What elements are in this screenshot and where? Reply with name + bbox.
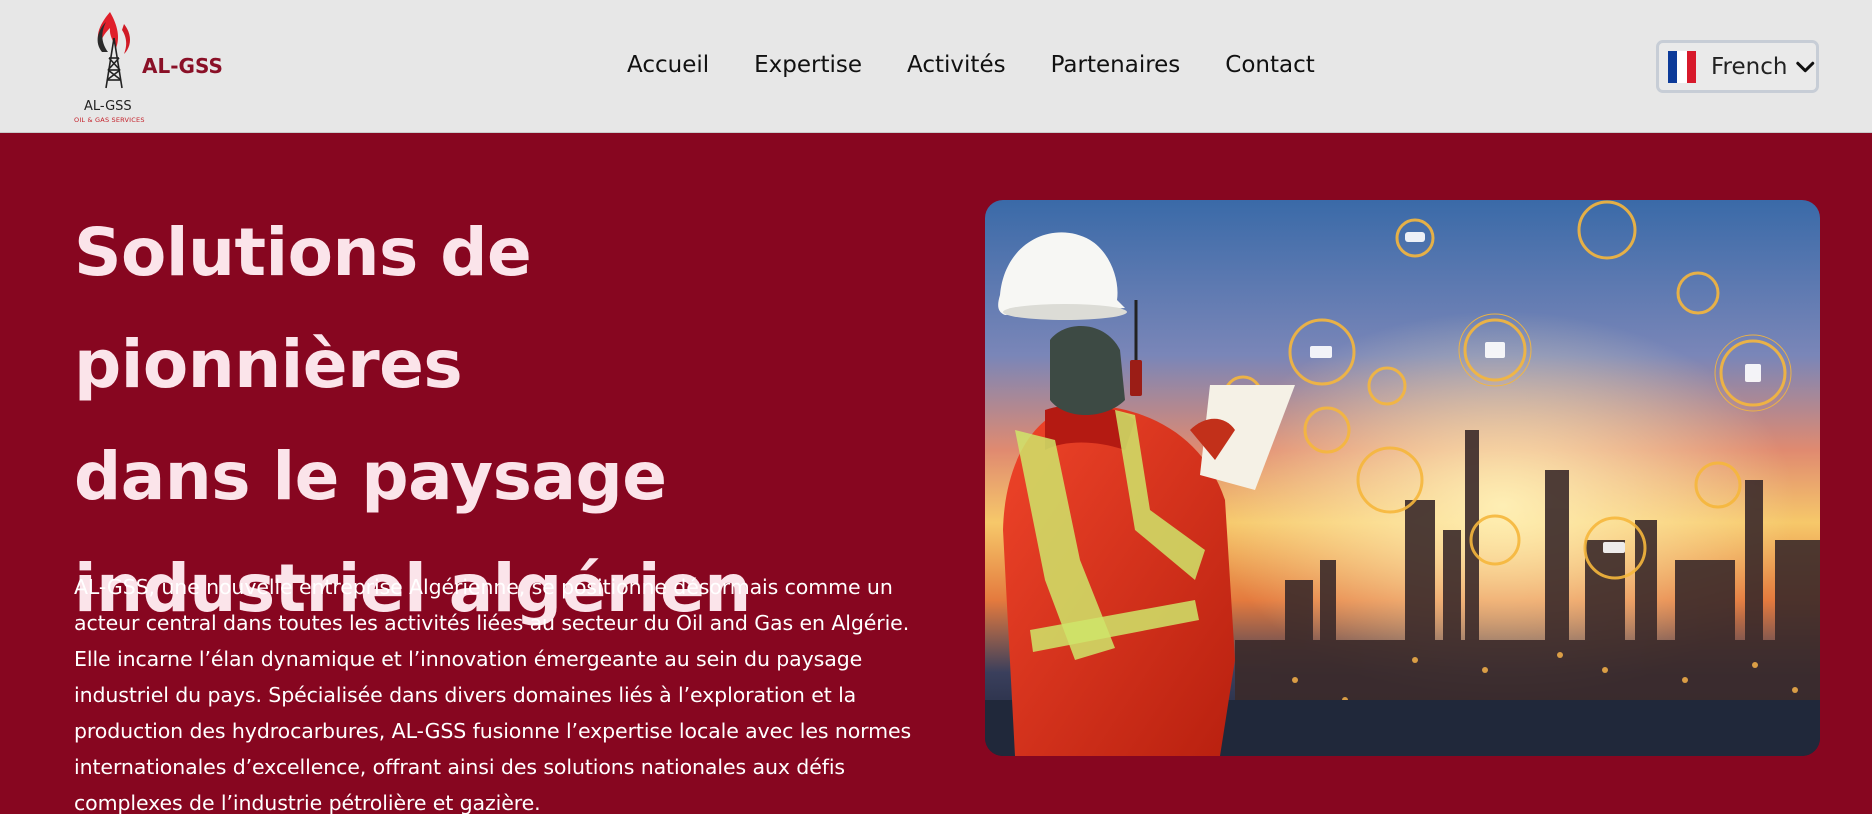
france-flag-icon bbox=[1668, 50, 1696, 83]
hero-description-line: AL-GSS, une nouvelle entreprise Algérien… bbox=[74, 575, 893, 599]
hero-description-line: industriel du pays. Spécialisée dans div… bbox=[74, 683, 857, 707]
nav-link-accueil[interactable]: Accueil bbox=[627, 52, 709, 78]
hero-description-line: internationales d’excellence, offrant ai… bbox=[74, 755, 846, 779]
hero-description-line: complexes de l’industrie pétrolière et g… bbox=[74, 791, 541, 814]
nav-link-activites[interactable]: Activités bbox=[907, 52, 1006, 78]
oil-derrick-flame-icon bbox=[97, 12, 130, 89]
nav-link-expertise[interactable]: Expertise bbox=[754, 52, 862, 78]
refinery-illustration bbox=[985, 200, 1820, 756]
main-nav: Accueil Expertise Activités Partenaires … bbox=[627, 48, 1315, 82]
language-selector[interactable]: French bbox=[1656, 40, 1819, 93]
language-label: French bbox=[1711, 53, 1788, 80]
logo[interactable]: AL-GSS AL-GSS OIL & GAS SERVICES bbox=[72, 8, 223, 126]
nav-link-partenaires[interactable]: Partenaires bbox=[1051, 52, 1181, 78]
nav-link-contact[interactable]: Contact bbox=[1225, 52, 1314, 78]
site-header: AL-GSS AL-GSS OIL & GAS SERVICES Accueil… bbox=[0, 0, 1872, 133]
hero-description-line: Elle incarne l’élan dynamique et l’innov… bbox=[74, 647, 863, 671]
logo-tagline: OIL & GAS SERVICES bbox=[74, 116, 145, 124]
hero-title-line: Solutions de pionnières bbox=[74, 214, 532, 403]
logo-brand-text: AL-GSS bbox=[142, 54, 223, 78]
chevron-down-icon bbox=[1796, 61, 1815, 72]
worker-refinery-photo bbox=[985, 200, 1820, 756]
hero-description-line: production des hydrocarbures, AL-GSS fus… bbox=[74, 719, 912, 743]
hero-description-line: acteur central dans toutes les activités… bbox=[74, 611, 910, 635]
logo-subtitle: AL-GSS bbox=[84, 99, 132, 114]
hero-description: AL-GSS, une nouvelle entreprise Algérien… bbox=[74, 569, 934, 814]
hero-title-line: dans le paysage bbox=[74, 438, 667, 515]
